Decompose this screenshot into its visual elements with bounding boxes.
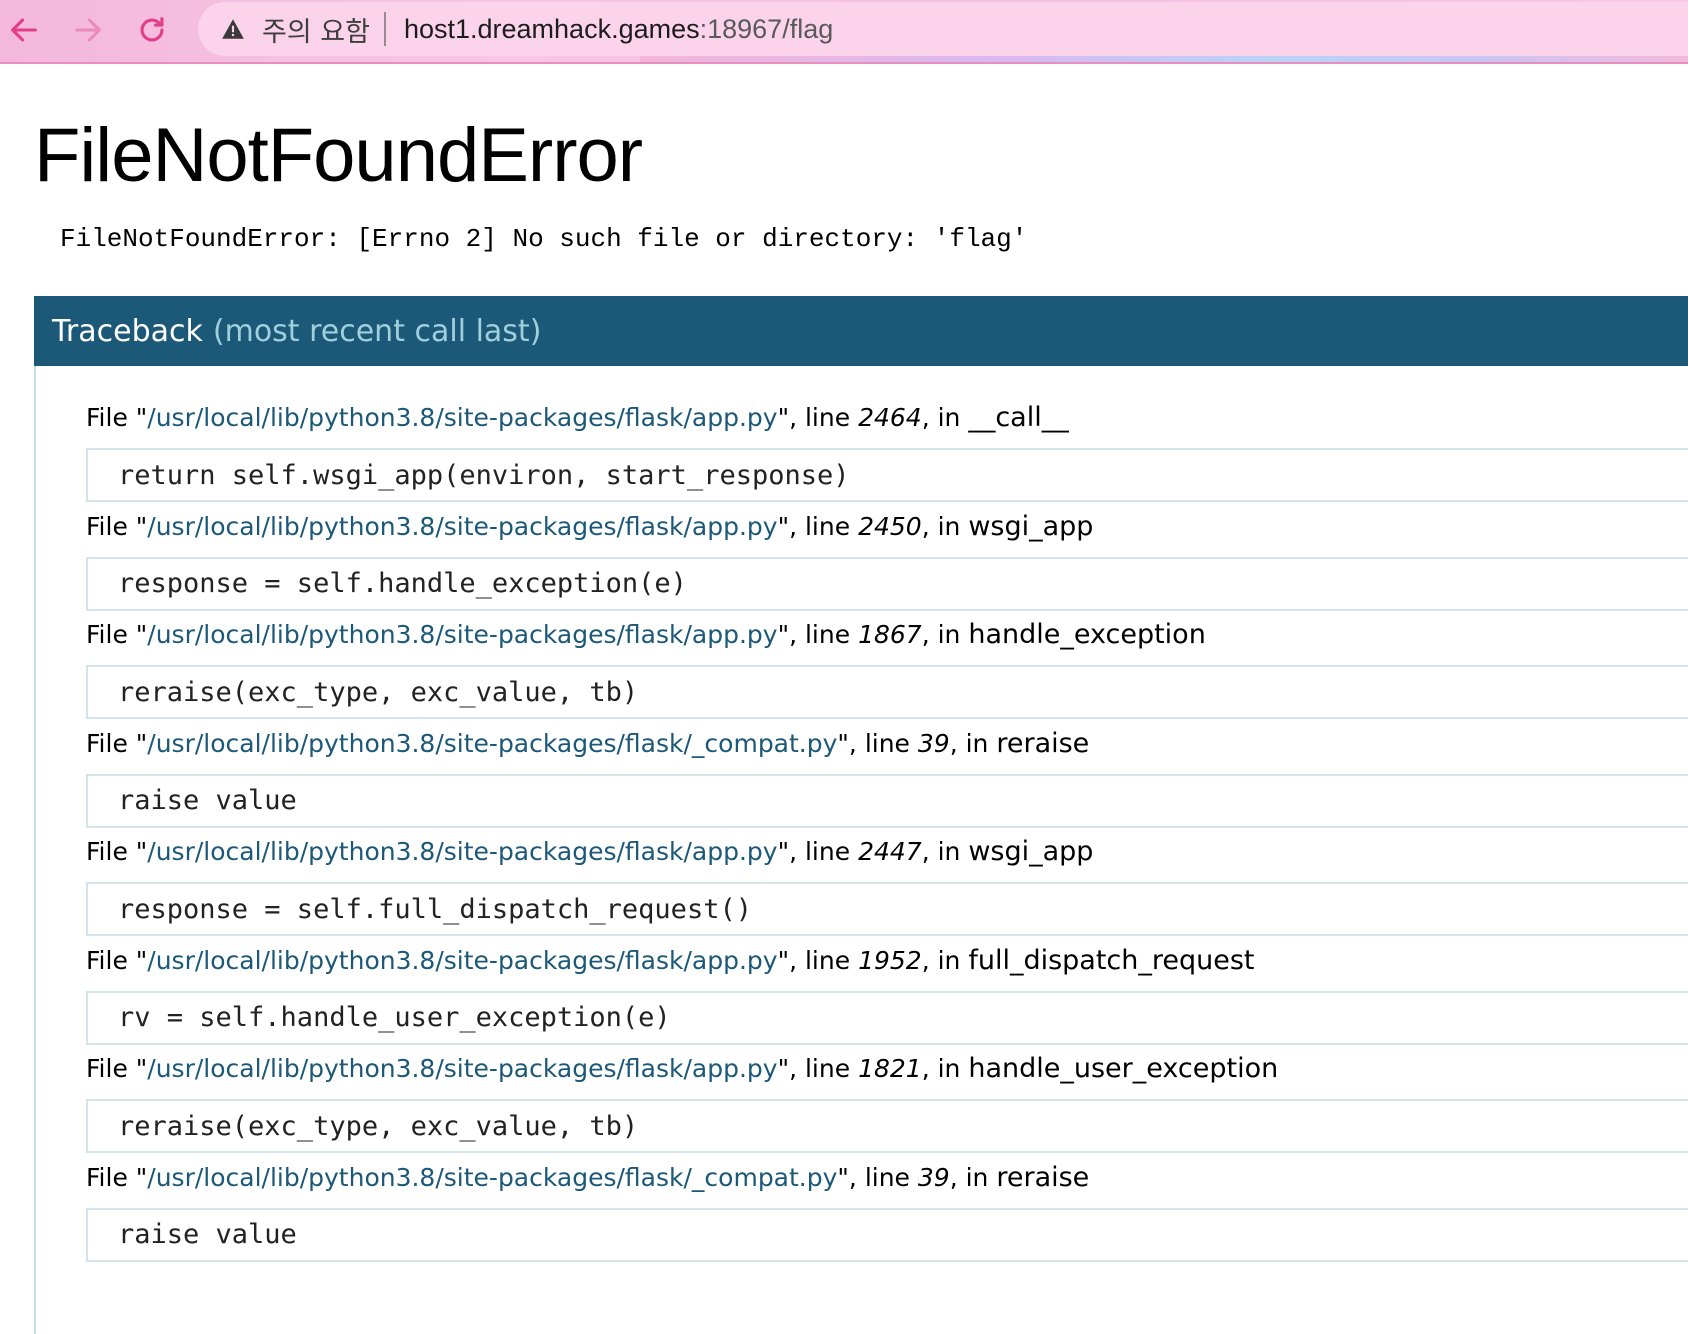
frame-file-label: File "	[86, 403, 148, 432]
frame-line-label: ", line	[777, 403, 859, 432]
frame-location[interactable]: File "/usr/local/lib/python3.8/site-pack…	[86, 836, 1093, 867]
frame-function-name: full_dispatch_request	[968, 944, 1255, 976]
frame-line-number: 1821	[858, 1054, 922, 1083]
frame-location[interactable]: File "/usr/local/lib/python3.8/site-pack…	[86, 402, 1069, 433]
arrow-right-icon	[75, 18, 101, 42]
warning-icon[interactable]	[218, 14, 248, 44]
frame-line-label: ", line	[837, 1162, 918, 1192]
frame-file-label: File "	[86, 1162, 148, 1192]
page-title: FileNotFoundError	[34, 113, 643, 198]
error-message: FileNotFoundError: [Errno 2] No such fil…	[60, 224, 1028, 254]
frame-line-label: ", line	[777, 837, 859, 866]
reload-icon	[140, 17, 164, 42]
frame-line-number: 39	[917, 1162, 950, 1192]
frame-function-name: __call__	[968, 402, 1069, 433]
frame-source-line[interactable]: rv = self.handle_user_exception(e)	[86, 990, 1688, 1045]
frame-location[interactable]: File "/usr/local/lib/python3.8/site-pack…	[86, 511, 1093, 542]
address-bar[interactable]: 주의 요함 host1.dreamhack.games:18967/flag	[198, 2, 1688, 56]
frame-file-label: File "	[86, 620, 148, 649]
frame-line-number: 1952	[858, 945, 922, 975]
url-host: host1.dreamhack.games	[403, 13, 700, 44]
reload-button[interactable]	[128, 6, 176, 54]
frame-line-label: ", line	[777, 945, 859, 975]
frame-file-path[interactable]: /usr/local/lib/python3.8/site-packages/f…	[147, 512, 777, 541]
frame-in-label: , in	[921, 837, 969, 866]
frame-in-label: , in	[921, 403, 969, 432]
frame-function-name: wsgi_app	[968, 836, 1094, 867]
frame-line-label: ", line	[777, 511, 859, 541]
frame-function-name: handle_exception	[968, 619, 1206, 650]
frame-source-line[interactable]: response = self.full_dispatch_request()	[86, 882, 1688, 936]
frame-source-line[interactable]: return self.wsgi_app(environ, start_resp…	[86, 448, 1688, 502]
url-path: :18967/flag	[699, 13, 834, 44]
address-separator	[383, 12, 386, 46]
frame-line-label: ", line	[777, 620, 859, 649]
frame-in-label: , in	[921, 620, 969, 649]
frame-line-number: 2447	[858, 837, 922, 866]
frame-line-number: 39	[917, 728, 950, 758]
frame-location[interactable]: File "/usr/local/lib/python3.8/site-pack…	[86, 1053, 1278, 1084]
frame-line-number: 2464	[858, 403, 922, 432]
frame-line-number: 1867	[858, 620, 922, 649]
frame-location[interactable]: File "/usr/local/lib/python3.8/site-pack…	[86, 945, 1255, 976]
frame-file-label: File "	[86, 945, 148, 975]
frame-in-label: , in	[921, 1054, 969, 1083]
frame-line-label: ", line	[837, 728, 918, 758]
back-button[interactable]	[0, 6, 48, 54]
security-warning-label[interactable]: 주의 요함	[262, 10, 370, 49]
toolbar-accent-stripe	[640, 56, 1688, 62]
frame-file-path[interactable]: /usr/local/lib/python3.8/site-packages/f…	[147, 1163, 837, 1192]
frame-file-path[interactable]: /usr/local/lib/python3.8/site-packages/f…	[147, 729, 837, 758]
frame-in-label: , in	[921, 511, 969, 541]
frame-file-label: File "	[86, 1054, 148, 1083]
frame-file-path[interactable]: /usr/local/lib/python3.8/site-packages/f…	[147, 403, 777, 432]
frame-line-number: 2450	[858, 511, 922, 541]
url-text[interactable]: host1.dreamhack.games:18967/flag	[404, 14, 833, 45]
frame-source-line[interactable]: raise value	[86, 773, 1688, 828]
frame-file-path[interactable]: /usr/local/lib/python3.8/site-packages/f…	[147, 837, 777, 866]
traceback-subtitle: (most recent call last)	[212, 313, 542, 349]
frame-file-path[interactable]: /usr/local/lib/python3.8/site-packages/f…	[147, 946, 777, 975]
frame-source-line[interactable]: reraise(exc_type, exc_value, tb)	[86, 665, 1688, 719]
frame-source-line[interactable]: response = self.handle_exception(e)	[86, 556, 1688, 611]
frame-file-label: File "	[86, 728, 148, 758]
frame-source-line[interactable]: reraise(exc_type, exc_value, tb)	[86, 1099, 1688, 1153]
frame-file-label: File "	[86, 511, 148, 541]
frame-function-name: reraise	[996, 1161, 1090, 1193]
forward-button[interactable]	[64, 6, 112, 54]
browser-toolbar: 주의 요함 host1.dreamhack.games:18967/flag	[0, 0, 1688, 64]
frame-in-label: , in	[921, 945, 969, 975]
traceback-title: Traceback	[52, 313, 203, 349]
frame-in-label: , in	[949, 728, 997, 758]
frame-location[interactable]: File "/usr/local/lib/python3.8/site-pack…	[86, 1162, 1089, 1193]
frame-file-label: File "	[86, 837, 148, 866]
frame-location[interactable]: File "/usr/local/lib/python3.8/site-pack…	[86, 728, 1089, 759]
frame-file-path[interactable]: /usr/local/lib/python3.8/site-packages/f…	[147, 620, 777, 649]
frame-function-name: reraise	[996, 727, 1090, 759]
frame-source-line[interactable]: raise value	[86, 1207, 1688, 1262]
traceback-header[interactable]: Traceback (most recent call last)	[34, 296, 1688, 366]
frame-function-name: handle_user_exception	[968, 1053, 1279, 1084]
arrow-left-icon	[11, 18, 37, 42]
frame-location[interactable]: File "/usr/local/lib/python3.8/site-pack…	[86, 619, 1206, 650]
traceback-body: File "/usr/local/lib/python3.8/site-pack…	[34, 366, 1688, 1334]
frame-in-label: , in	[949, 1162, 997, 1192]
frame-file-path[interactable]: /usr/local/lib/python3.8/site-packages/f…	[147, 1054, 777, 1083]
frame-function-name: wsgi_app	[968, 510, 1094, 542]
frame-line-label: ", line	[777, 1054, 859, 1083]
